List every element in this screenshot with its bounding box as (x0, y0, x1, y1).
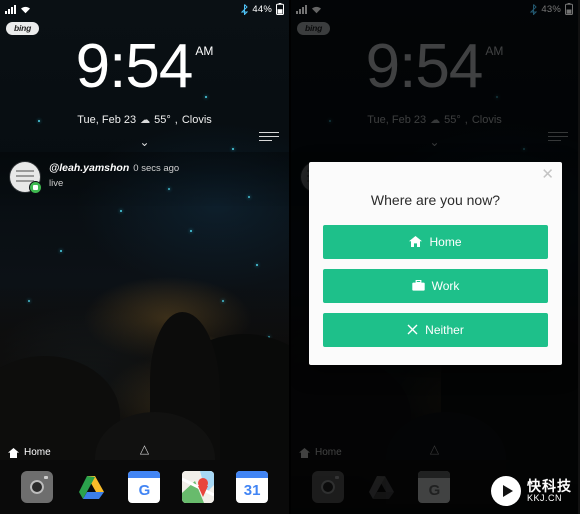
close-x-icon (407, 324, 418, 337)
date-weather-line: Tue, Feb 23 ☁ 55°, Clovis (0, 114, 289, 126)
site-watermark: 快科技 KKJ.CN (491, 476, 572, 506)
notification-card[interactable]: @leah.yamshon 0 secs ago live (0, 152, 289, 206)
location-name: Clovis (181, 114, 212, 126)
camera-app-icon[interactable] (20, 471, 53, 503)
notification-handle-icon[interactable] (259, 132, 279, 142)
notification-subtitle: live (49, 178, 64, 190)
battery-icon (276, 3, 284, 15)
bing-search-chip[interactable]: bing (6, 22, 40, 35)
calendar-date-app-icon[interactable]: 31 (236, 471, 269, 503)
periscope-app-icon (10, 162, 42, 194)
clock-ampm: AM (195, 44, 214, 58)
notification-title-row: @leah.yamshon 0 secs ago (49, 162, 179, 175)
watermark-cn: 快科技 (527, 477, 572, 494)
drive-app-icon[interactable] (75, 471, 107, 503)
close-icon[interactable]: ✕ (541, 167, 554, 182)
maps-app-icon[interactable] (182, 471, 215, 503)
lockscreen-clock: 9:54 AM Tue, Feb 23 ☁ 55°, Clovis ⌄ (0, 32, 289, 149)
home-option-button[interactable]: Home (323, 225, 548, 259)
watermark-text: 快科技 KKJ.CN (527, 479, 572, 503)
location-prompt-dialog: ✕ Where are you now? Home Work Neither (309, 162, 562, 365)
screenshot-stage: 44% bing 9:54 AM Tue, Feb 23 ☁ 55°, Clovi… (0, 0, 580, 514)
location-label: , (174, 114, 178, 126)
briefcase-icon (411, 279, 425, 293)
neither-option-label: Neither (425, 323, 464, 337)
cloud-icon: ☁ (140, 114, 151, 126)
battery-percent-label: 44% (252, 3, 272, 15)
wifi-icon (21, 6, 30, 13)
home-option-label: Home (429, 235, 462, 249)
dialog-title: Where are you now? (370, 192, 501, 208)
notification-body: @leah.yamshon 0 secs ago live (49, 162, 179, 190)
play-logo-icon (491, 476, 521, 506)
phone-left: 44% bing 9:54 AM Tue, Feb 23 ☁ 55°, Clovi… (0, 0, 289, 514)
clock-time: 9:54 (75, 32, 194, 101)
signal-bars-icon (5, 4, 16, 14)
notification-time: 0 secs ago (133, 163, 180, 174)
work-option-label: Work (431, 279, 460, 293)
home-icon (409, 235, 423, 249)
bluetooth-icon (241, 3, 249, 15)
watermark-en: KKJ.CN (527, 492, 563, 503)
status-bar: 44% (0, 0, 289, 18)
notification-title: @leah.yamshon (49, 162, 130, 174)
dock-bar: G 31 (0, 460, 289, 514)
calendar-app-icon[interactable]: G (128, 471, 161, 503)
phone-right: 43% bing 9:54AM Tue, Feb 23 ☁ 55°, Clovi… (289, 0, 578, 514)
live-badge-icon (29, 181, 42, 194)
chevron-down-icon[interactable]: ⌄ (0, 136, 289, 148)
calendar-date-label: 31 (243, 482, 261, 499)
date-label: Tue, Feb 23 (77, 114, 137, 126)
calendar-day-label: G (138, 482, 151, 499)
chevron-up-icon[interactable]: △ (0, 442, 289, 456)
neither-option-button[interactable]: Neither (323, 313, 548, 347)
temperature-label: 55° (154, 114, 171, 126)
work-option-button[interactable]: Work (323, 269, 548, 303)
